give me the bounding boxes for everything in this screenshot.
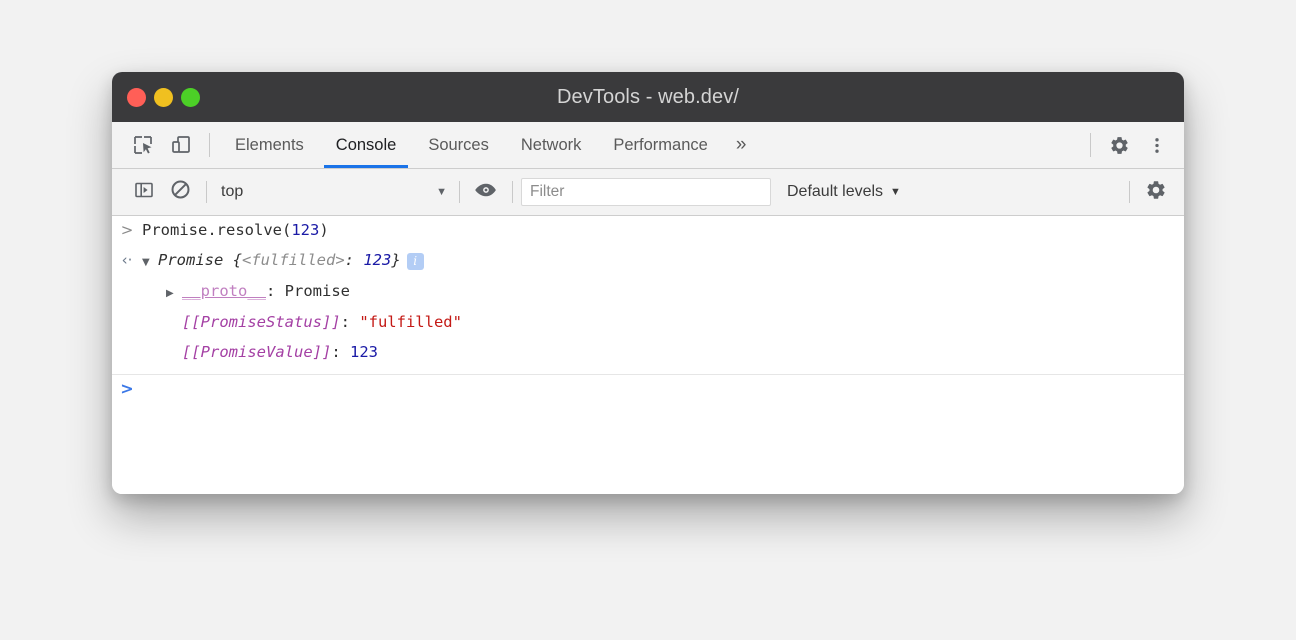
result-expand-toggle[interactable]: ▼ <box>142 249 158 276</box>
maximize-window-button[interactable] <box>181 88 200 107</box>
javascript-context-label: top <box>221 183 243 201</box>
property-separator: : <box>331 343 350 361</box>
device-toolbar-button[interactable] <box>162 122 200 168</box>
result-state-value: 123 <box>363 251 391 269</box>
log-levels-label: Default levels <box>787 183 883 201</box>
inspect-element-button[interactable] <box>124 122 162 168</box>
devtools-tabbar: Elements Console Sources Network Perform… <box>112 122 1184 169</box>
gear-icon <box>1145 179 1167 206</box>
devtools-window: DevTools - web.dev/ Elements <box>112 72 1184 494</box>
traffic-lights <box>127 72 200 122</box>
device-toolbar-icon <box>170 134 192 156</box>
tab-elements-label: Elements <box>235 136 304 155</box>
console-filter-input[interactable] <box>521 178 771 206</box>
expression-part-callee: Promise.resolve( <box>142 221 291 239</box>
tab-sources[interactable]: Sources <box>412 122 505 168</box>
object-property-row[interactable]: [[PromiseValue]]: 123 <box>112 338 1184 368</box>
devtools-settings-button[interactable] <box>1100 122 1138 168</box>
console-sidebar-icon <box>134 180 154 205</box>
console-result-message[interactable]: ‹· ▼ Promise {<fulfilled>: 123} i <box>112 246 1184 277</box>
property-entry: [[PromiseStatus]]: "fulfilled" <box>182 309 462 336</box>
console-message-group: > Promise.resolve(123) ‹· ▼ Promise {<fu… <box>112 216 1184 375</box>
eye-icon <box>474 181 498 204</box>
property-value: 123 <box>350 343 378 361</box>
window-title: DevTools - web.dev/ <box>112 86 1184 109</box>
property-key[interactable]: __proto__ <box>182 282 266 300</box>
create-live-expression-button[interactable] <box>468 169 504 215</box>
chevron-double-right-icon: » <box>736 134 747 156</box>
property-value: Promise <box>285 282 350 300</box>
tab-console-label: Console <box>336 136 397 155</box>
toolbar-divider-4 <box>1129 181 1130 203</box>
window-titlebar: DevTools - web.dev/ <box>112 72 1184 122</box>
tabbar-divider-right <box>1090 133 1091 157</box>
toolbar-divider-3 <box>512 181 513 203</box>
toolbar-divider-2 <box>459 181 460 203</box>
console-input-expression: Promise.resolve(123) <box>142 217 329 244</box>
console-toolbar-right <box>1121 169 1184 215</box>
property-separator: : <box>341 313 360 331</box>
console-result-preview: Promise {<fulfilled>: 123} <box>158 247 401 274</box>
tab-console[interactable]: Console <box>320 122 413 168</box>
tab-elements[interactable]: Elements <box>219 122 320 168</box>
tab-sources-label: Sources <box>428 136 489 155</box>
input-prompt-arrow-icon: > <box>112 217 142 244</box>
console-toolbar: top ▼ Default levels ▼ <box>112 169 1184 216</box>
object-property-row[interactable]: [[PromiseStatus]]: "fulfilled" <box>112 308 1184 338</box>
clear-console-icon <box>170 179 191 205</box>
console-settings-button[interactable] <box>1138 169 1174 215</box>
tabbar-right-actions <box>1081 122 1184 168</box>
result-state-key: <fulfilled> <box>242 251 345 269</box>
log-levels-selector[interactable]: Default levels ▼ <box>787 183 901 201</box>
close-window-button[interactable] <box>127 88 146 107</box>
console-input-message[interactable]: > Promise.resolve(123) <box>112 216 1184 246</box>
result-constructor-name: Promise <box>158 251 223 269</box>
info-badge-icon[interactable]: i <box>407 253 424 270</box>
property-entry: __proto__: Promise <box>182 278 350 305</box>
chevron-down-icon: ▼ <box>436 186 451 198</box>
console-sidebar-toggle-button[interactable] <box>126 169 162 215</box>
tab-network[interactable]: Network <box>505 122 598 168</box>
chevron-down-icon: ▼ <box>890 186 901 198</box>
property-key: [[PromiseStatus]] <box>182 313 341 331</box>
output-result-arrow-icon: ‹· <box>112 247 142 274</box>
result-close-brace: } <box>391 251 400 269</box>
minimize-window-button[interactable] <box>154 88 173 107</box>
more-tabs-button[interactable]: » <box>724 122 759 168</box>
gear-icon <box>1109 135 1130 156</box>
panel-tabs: Elements Console Sources Network Perform… <box>219 122 758 168</box>
console-message-list[interactable]: > Promise.resolve(123) ‹· ▼ Promise {<fu… <box>112 216 1184 494</box>
property-entry: [[PromiseValue]]: 123 <box>182 339 378 366</box>
javascript-context-selector[interactable]: top ▼ <box>215 169 451 215</box>
result-open-brace: { <box>223 251 242 269</box>
more-vertical-icon <box>1148 135 1166 156</box>
clear-console-button[interactable] <box>162 169 198 215</box>
tabbar-divider-left <box>209 133 210 157</box>
devtools-main-menu-button[interactable] <box>1138 122 1176 168</box>
proto-expand-toggle[interactable]: ▶ <box>166 280 182 307</box>
tab-network-label: Network <box>521 136 582 155</box>
property-key: [[PromiseValue]] <box>182 343 331 361</box>
toolbar-divider-1 <box>206 181 207 203</box>
tab-performance[interactable]: Performance <box>597 122 723 168</box>
tab-performance-label: Performance <box>613 136 707 155</box>
result-state-separator: : <box>345 251 364 269</box>
expression-part-close: ) <box>319 221 328 239</box>
expression-part-number: 123 <box>291 221 319 239</box>
console-prompt-arrow-icon: > <box>112 379 142 398</box>
property-value: "fulfilled" <box>359 313 462 331</box>
object-property-row[interactable]: ▶ __proto__: Promise <box>112 277 1184 308</box>
inspect-element-icon <box>132 134 154 156</box>
property-separator: : <box>266 282 285 300</box>
console-prompt-line[interactable]: > <box>112 375 1184 409</box>
